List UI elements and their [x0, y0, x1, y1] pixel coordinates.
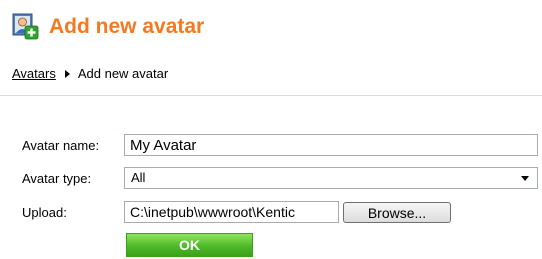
breadcrumb-bar: Avatars Add new avatar — [0, 46, 542, 96]
browse-button[interactable]: Browse... — [343, 202, 451, 223]
avatar-name-input[interactable] — [124, 134, 538, 156]
breadcrumb-link-avatars[interactable]: Avatars — [12, 66, 56, 81]
chevron-down-icon[interactable] — [521, 176, 529, 181]
avatar-type-select[interactable]: All — [124, 167, 538, 189]
avatar-type-label: Avatar type: — [22, 171, 92, 186]
triangle-right-icon — [64, 70, 70, 79]
upload-label: Upload: — [22, 205, 67, 220]
upload-file-path-input[interactable]: C:\inetpub\wwwroot\Kentic — [124, 201, 339, 223]
avatar-name-label: Avatar name: — [22, 138, 100, 153]
avatar-add-icon — [12, 13, 39, 40]
avatar-type-selected-value: All — [131, 170, 146, 185]
breadcrumb-current: Add new avatar — [77, 66, 169, 81]
breadcrumb: Avatars Add new avatar — [12, 66, 168, 82]
page-title: Add new avatar — [49, 15, 205, 38]
ok-button[interactable]: OK — [126, 233, 253, 257]
page-header: Add new avatar — [0, 0, 542, 46]
